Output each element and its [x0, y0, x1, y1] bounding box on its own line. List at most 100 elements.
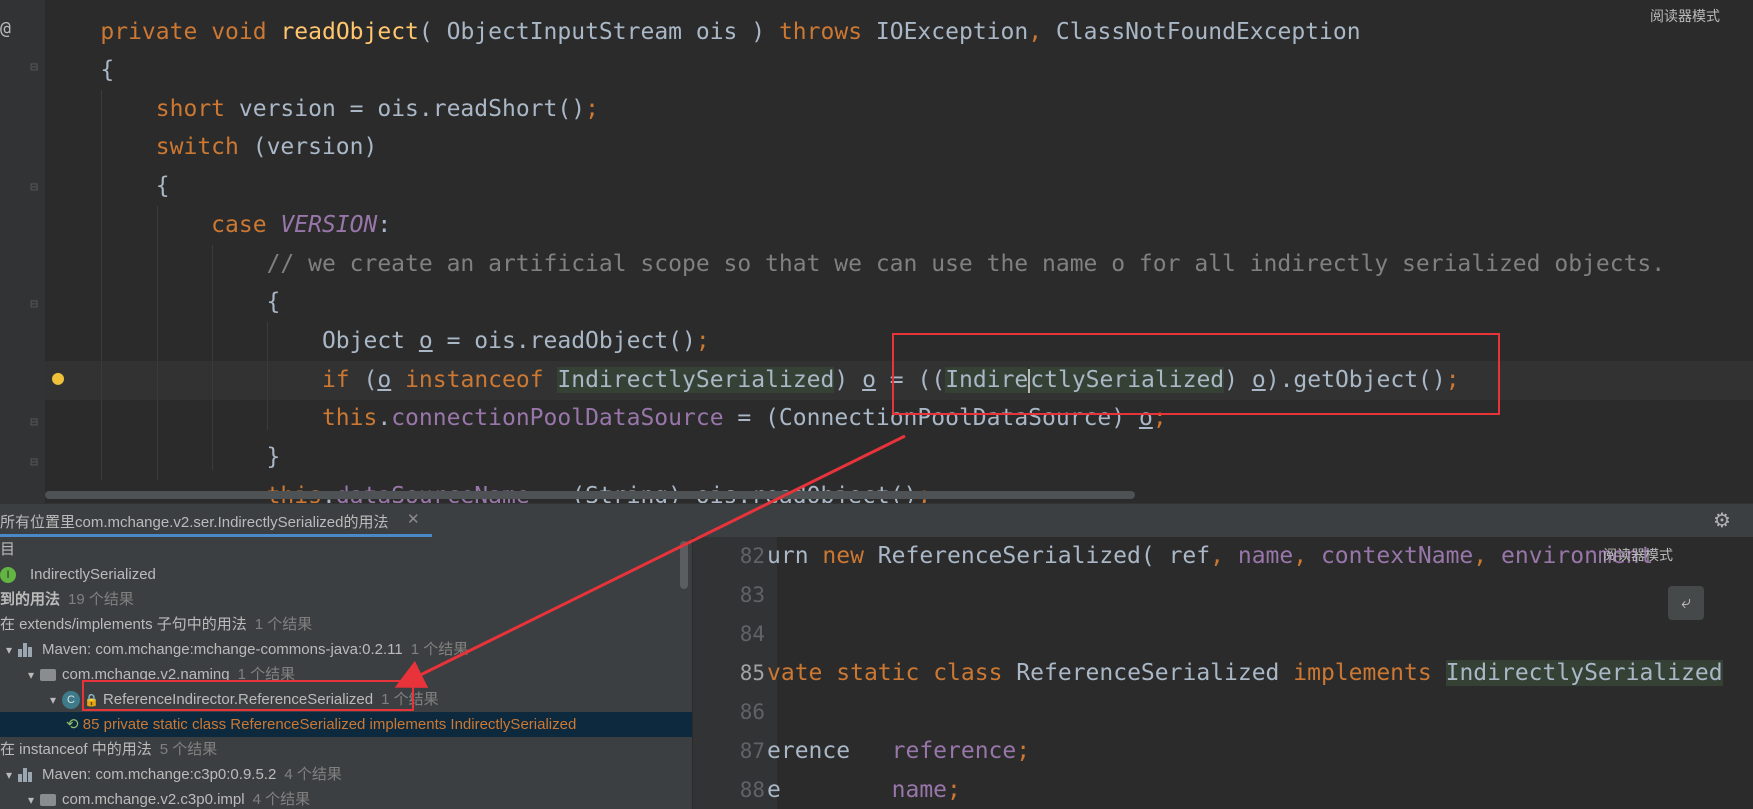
code-token: class: [933, 660, 1003, 686]
soft-wrap-icon[interactable]: ⤶: [1668, 586, 1704, 620]
code-line[interactable]: {: [45, 283, 1753, 322]
preview-code-line: vate static class ReferenceSerialized im…: [767, 654, 1753, 692]
class-icon: C: [62, 691, 80, 710]
code-line[interactable]: private void readObject( ObjectInputStre…: [45, 13, 1753, 52]
result-count: 1 个结果: [410, 641, 469, 658]
code-token: }: [45, 444, 281, 470]
code-token: :: [377, 212, 392, 238]
result-count: 4 个结果: [284, 766, 342, 783]
lightbulb-icon[interactable]: ●: [52, 364, 74, 390]
close-icon[interactable]: ✕: [407, 510, 420, 528]
code-line[interactable]: // we create an artificial scope so that…: [45, 245, 1753, 284]
code-token: ,: [1473, 543, 1488, 569]
find-tab-title[interactable]: 所有位置里com.mchange.v2.ser.IndirectlySerial…: [0, 511, 388, 532]
chevron-down-icon[interactable]: ▾: [44, 688, 62, 713]
code-token: instanceof: [405, 367, 544, 393]
horizontal-scrollbar[interactable]: [45, 491, 1135, 499]
code-token: this: [321, 405, 378, 431]
editor-gutter[interactable]: @ ⊟ ⊟ ⊟ ⊟ ⊟: [0, 0, 45, 503]
code-token: ,: [1028, 19, 1043, 45]
tree-row-label: 到的用法: [0, 591, 61, 608]
tree-row[interactable]: I IndirectlySerialized: [0, 562, 692, 587]
code-token: ClassNotFoundException: [1042, 19, 1361, 45]
fold-icon[interactable]: ⊟: [26, 180, 42, 196]
chevron-down-icon[interactable]: ▾: [0, 638, 18, 663]
annotation-box-code: [892, 333, 1500, 415]
tree-row[interactable]: ▾ Maven: com.mchange:mchange-commons-java…: [0, 637, 692, 662]
code-token: ,: [1293, 543, 1308, 569]
fold-icon[interactable]: ⊟: [26, 415, 42, 431]
code-token: contextName: [1320, 543, 1474, 569]
fold-icon[interactable]: ⊟: [26, 297, 42, 313]
tree-row[interactable]: 目: [0, 537, 692, 562]
line-number: 85: [739, 661, 765, 685]
preview-reader-mode-toggle[interactable]: 阅读器模式: [1603, 545, 1673, 565]
interface-icon: I: [0, 567, 16, 584]
code-token: o: [418, 328, 433, 354]
tree-row[interactable]: 在 extends/implements 子句中的用法 1 个结果: [0, 612, 692, 637]
code-token: {: [45, 173, 170, 199]
line-number: 88: [739, 778, 765, 802]
chevron-down-icon[interactable]: ▾: [22, 788, 40, 809]
tree-row-label: 在 extends/implements 子句中的用法: [0, 616, 247, 633]
tree-scrollbar[interactable]: [680, 541, 688, 589]
code-token: ;: [695, 328, 710, 354]
tree-row[interactable]: 到的用法 19 个结果: [0, 587, 692, 612]
code-token: .: [377, 405, 392, 431]
maven-library-icon: [18, 768, 36, 783]
code-line[interactable]: switch (version): [45, 128, 1753, 167]
chevron-down-icon[interactable]: ▾: [0, 763, 18, 788]
code-token: vate: [767, 660, 837, 686]
code-token: (version): [238, 134, 378, 160]
result-count: 19 个结果: [68, 591, 134, 608]
fold-icon[interactable]: ⊟: [26, 455, 42, 471]
code-token: VERSION: [280, 212, 378, 238]
fold-icon[interactable]: ⊟: [26, 60, 42, 76]
override-marker-icon[interactable]: @: [0, 18, 11, 39]
gear-icon[interactable]: ⚙: [1713, 508, 1731, 533]
code-token: = ois.readObject(): [432, 328, 696, 354]
code-token: version = ois.readShort(): [225, 96, 586, 122]
code-token: ;: [1016, 738, 1031, 764]
line-number: 84: [739, 622, 765, 646]
indent-guide: [267, 322, 268, 430]
code-line[interactable]: this.dataSourceName = (String) ois.readO…: [45, 477, 1753, 503]
code-line[interactable]: {: [45, 51, 1753, 90]
preview-gutter: 82 83 84 85 86 87 88: [693, 537, 777, 809]
code-line[interactable]: {: [45, 167, 1753, 206]
indent-guide: [212, 245, 213, 470]
usage-icon: ⟲: [66, 716, 83, 733]
code-token: name: [1237, 543, 1294, 569]
reader-mode-toggle[interactable]: 阅读器模式: [1650, 6, 1720, 26]
tree-row[interactable]: ⟲ 85 private static class ReferenceSeria…: [0, 712, 692, 737]
tree-row[interactable]: 在 instanceof 中的用法 5 个结果: [0, 737, 692, 762]
tree-row-label: com.mchange.v2.c3p0.impl: [62, 791, 245, 808]
chevron-down-icon[interactable]: ▾: [22, 663, 40, 688]
line-number: 83: [739, 583, 765, 607]
code-token: ;: [585, 96, 599, 122]
usages-tree[interactable]: 目 I IndirectlySerialized 到的用法 19 个结果在 extend…: [0, 537, 692, 809]
code-token: name: [891, 777, 948, 803]
code-line[interactable]: short version = ois.readShort();: [45, 90, 1753, 129]
code-token: static: [836, 660, 920, 686]
code-line[interactable]: }: [45, 438, 1753, 477]
code-line[interactable]: case VERSION:: [45, 206, 1753, 245]
annotation-box-tree: [82, 680, 414, 711]
tree-row[interactable]: ▾ com.mchange.v2.c3p0.impl 4 个结果: [0, 787, 692, 809]
code-token: erence: [767, 738, 892, 764]
code-token: implements: [1293, 660, 1432, 686]
tree-row[interactable]: ▾ Maven: com.mchange:c3p0:0.9.5.2 4 个结果: [0, 762, 692, 787]
usage-preview[interactable]: 82 83 84 85 86 87 88 urn new ReferenceSerializ…: [693, 537, 1753, 809]
code-token: ( ObjectInputStream ois ): [418, 19, 779, 45]
line-number: 82: [739, 544, 765, 568]
code-editor[interactable]: @ ⊟ ⊟ ⊟ ⊟ ⊟ private void readObject( ObjectI…: [0, 0, 1753, 503]
code-token: ;: [947, 777, 961, 803]
code-token: {: [45, 289, 281, 315]
